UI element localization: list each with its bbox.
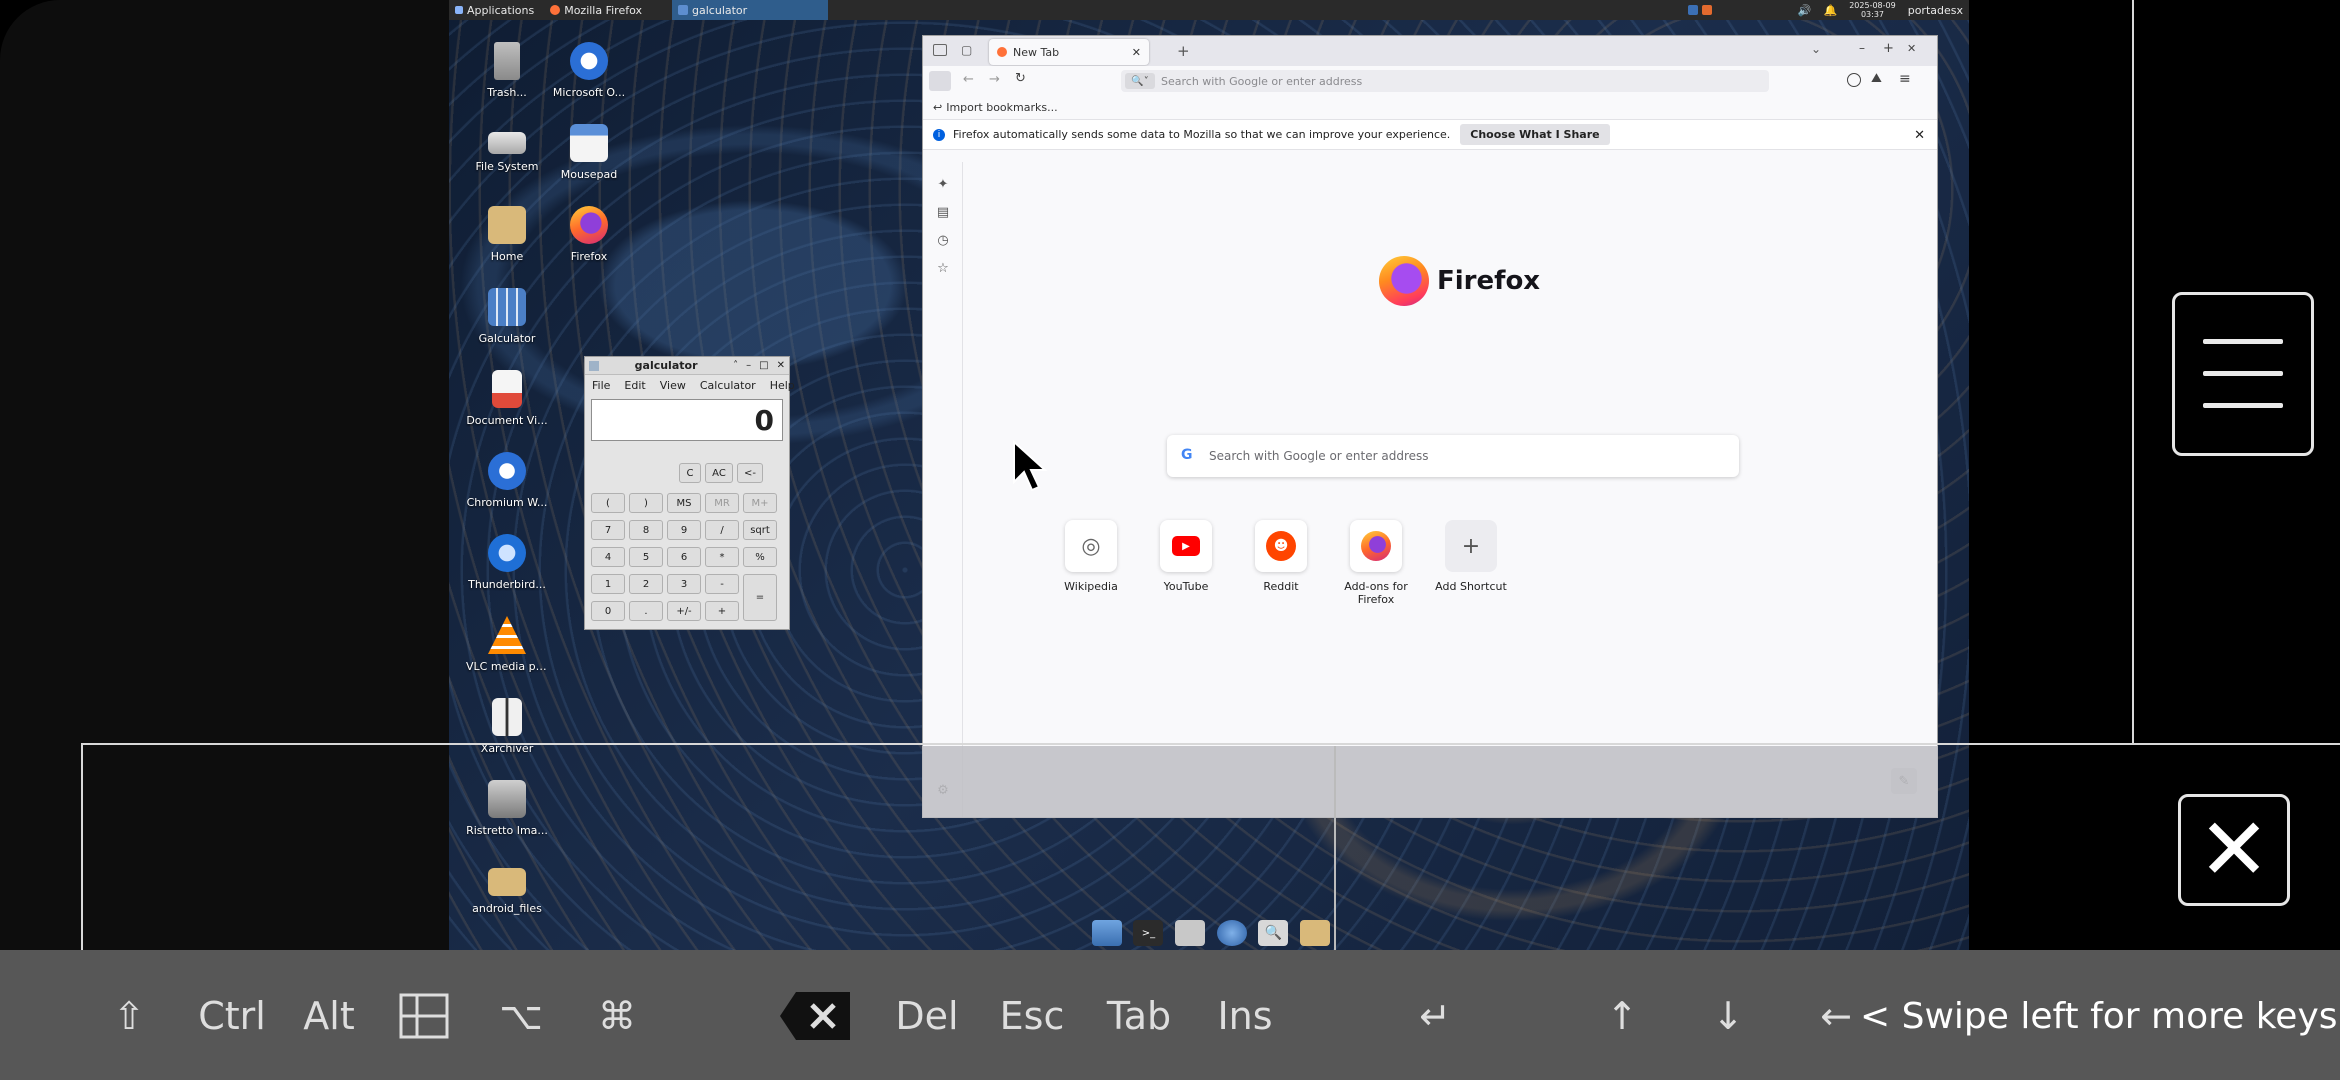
ctrl-key[interactable]: Ctrl bbox=[196, 990, 268, 1042]
command-key-icon[interactable]: ⌘ bbox=[588, 990, 646, 1042]
hamburger-menu-button[interactable] bbox=[2172, 292, 2314, 456]
delete-key[interactable]: Del bbox=[895, 990, 958, 1042]
shift-key-icon[interactable]: ⇧ bbox=[104, 990, 154, 1042]
file-manager-icon[interactable] bbox=[1175, 920, 1206, 946]
close-overlay-button[interactable]: ✕ bbox=[2178, 794, 2290, 906]
close-icon: ✕ bbox=[2197, 800, 2271, 900]
mouse-cursor-icon bbox=[1013, 440, 1048, 492]
windows-logo-icon bbox=[399, 993, 449, 1039]
arrow-left-key-icon[interactable]: ← bbox=[1806, 990, 1866, 1042]
app-finder-icon[interactable]: 🔍 bbox=[1258, 920, 1289, 946]
tab-key[interactable]: Tab bbox=[1106, 990, 1172, 1042]
terminal-icon[interactable]: >_ bbox=[1133, 920, 1164, 946]
menu-line bbox=[2203, 371, 2283, 376]
folder-icon[interactable] bbox=[1300, 920, 1331, 946]
escape-key[interactable]: Esc bbox=[1000, 990, 1065, 1042]
arrow-up-key-icon[interactable]: ↑ bbox=[1594, 990, 1650, 1042]
menu-line bbox=[2203, 339, 2283, 344]
windows-key-icon[interactable] bbox=[396, 990, 452, 1042]
option-key-icon[interactable]: ⌥ bbox=[492, 990, 550, 1042]
dock: >_ 🔍 bbox=[1086, 916, 1336, 950]
enter-key-icon[interactable]: ↵ bbox=[1402, 990, 1468, 1042]
selection-rect-upper bbox=[449, 0, 2134, 745]
backspace-key-icon[interactable] bbox=[778, 990, 852, 1042]
show-desktop-icon[interactable] bbox=[1091, 920, 1122, 946]
web-browser-icon[interactable] bbox=[1216, 920, 1247, 946]
swipe-hint: < Swipe left for more keys bbox=[1860, 995, 2338, 1037]
screen: Applications Mozilla Firefox galculator … bbox=[0, 0, 2340, 1080]
alt-key[interactable]: Alt bbox=[302, 990, 356, 1042]
menu-line bbox=[2203, 403, 2283, 408]
arrow-down-key-icon[interactable]: ↓ bbox=[1700, 990, 1756, 1042]
insert-key[interactable]: Ins bbox=[1216, 990, 1274, 1042]
backspace-glyph-icon bbox=[780, 992, 850, 1040]
